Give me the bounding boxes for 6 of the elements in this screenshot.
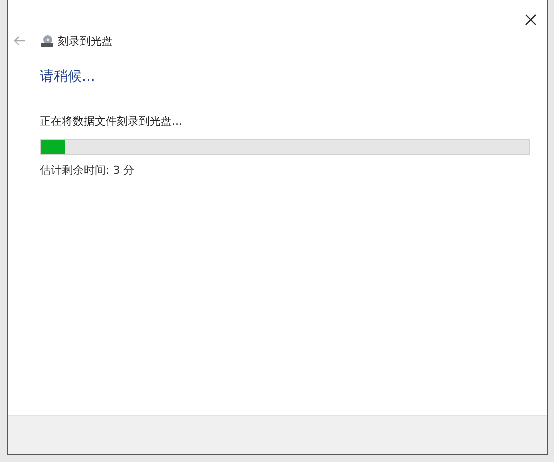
close-icon[interactable] [523,12,539,28]
time-remaining-text: 估计剩余时间: 3 分 [40,163,136,178]
status-text: 正在将数据文件刻录到光盘... [40,114,184,129]
heading-text: 请稍候... [40,68,96,86]
window-title: 刻录到光盘 [58,34,113,48]
disc-drive-icon [40,34,54,48]
